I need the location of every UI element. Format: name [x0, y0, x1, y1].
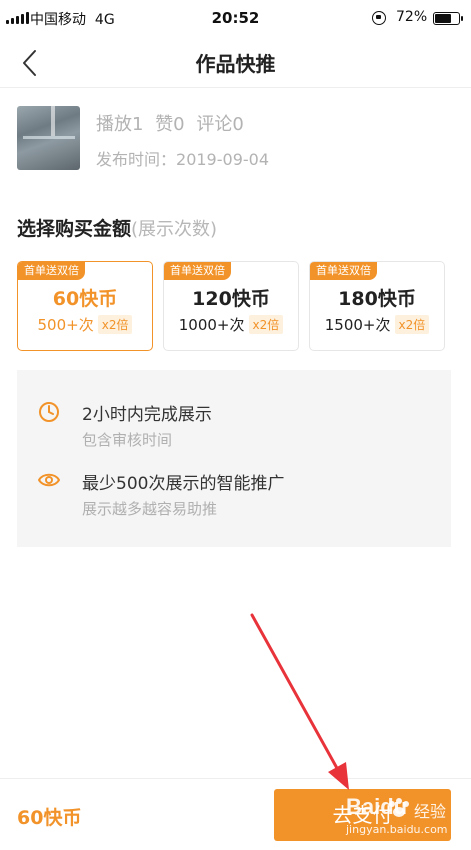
work-thumbnail[interactable]: [17, 106, 80, 170]
option-count: 1500+次: [324, 316, 391, 334]
clock-icon: [39, 402, 59, 422]
total-amount: 60快币: [17, 807, 82, 829]
option-coins: 120快币: [192, 288, 270, 310]
battery-level-fill: [435, 14, 451, 23]
battery-icon: [433, 12, 463, 25]
like-count: 赞0: [155, 114, 185, 135]
publish-time: 发布时间：2019-09-04: [96, 146, 269, 170]
first-order-badge: 首单送双倍: [310, 262, 377, 280]
option-coins: 180快币: [338, 288, 416, 310]
section-title-sub: (展示次数): [131, 219, 218, 240]
section-title: 选择购买金额(展示次数): [17, 214, 217, 241]
section-title-main: 选择购买金额: [17, 218, 132, 240]
option-60-coins[interactable]: 首单送双倍 60快币 500+次 x2倍: [17, 261, 153, 351]
page-title: 作品快推: [195, 52, 276, 76]
pay-button[interactable]: 去支付: [274, 789, 451, 841]
rotation-lock-icon: [372, 11, 386, 25]
info-title: 最少500次展示的智能推广: [82, 474, 285, 494]
option-coins: 60快币: [52, 288, 118, 310]
info-subtitle: 展示越多越容易助推: [82, 500, 218, 518]
publish-label: 发布时间：: [96, 150, 177, 169]
battery-percent: 72%: [396, 9, 428, 25]
option-120-coins[interactable]: 首单送双倍 120快币 1000+次 x2倍: [163, 261, 299, 351]
first-order-badge: 首单送双倍: [164, 262, 231, 280]
bottom-bar: 60快币 去支付: [0, 778, 471, 850]
option-multiplier: x2倍: [248, 315, 284, 334]
play-count: 播放1: [96, 114, 144, 135]
work-stats: 播放1 赞0 评论0: [96, 110, 250, 136]
promotion-info-box: 2小时内完成展示 包含审核时间 最少500次展示的智能推广 展示越多越容易助推: [17, 370, 451, 547]
first-order-badge: 首单送双倍: [18, 262, 85, 280]
comment-count: 评论0: [196, 114, 244, 135]
eye-icon: [38, 473, 60, 487]
info-title: 2小时内完成展示: [82, 405, 212, 425]
option-count: 1000+次: [178, 316, 245, 334]
nav-bar: 作品快推: [0, 38, 471, 88]
info-subtitle: 包含审核时间: [82, 431, 173, 449]
option-multiplier: x2倍: [97, 315, 133, 334]
option-count: 500+次: [37, 316, 94, 334]
option-180-coins[interactable]: 首单送双倍 180快币 1500+次 x2倍: [309, 261, 445, 351]
status-bar: 中国移动 4G 20:52 72%: [0, 0, 471, 38]
publish-date: 2019-09-04: [176, 150, 269, 169]
option-multiplier: x2倍: [394, 315, 430, 334]
